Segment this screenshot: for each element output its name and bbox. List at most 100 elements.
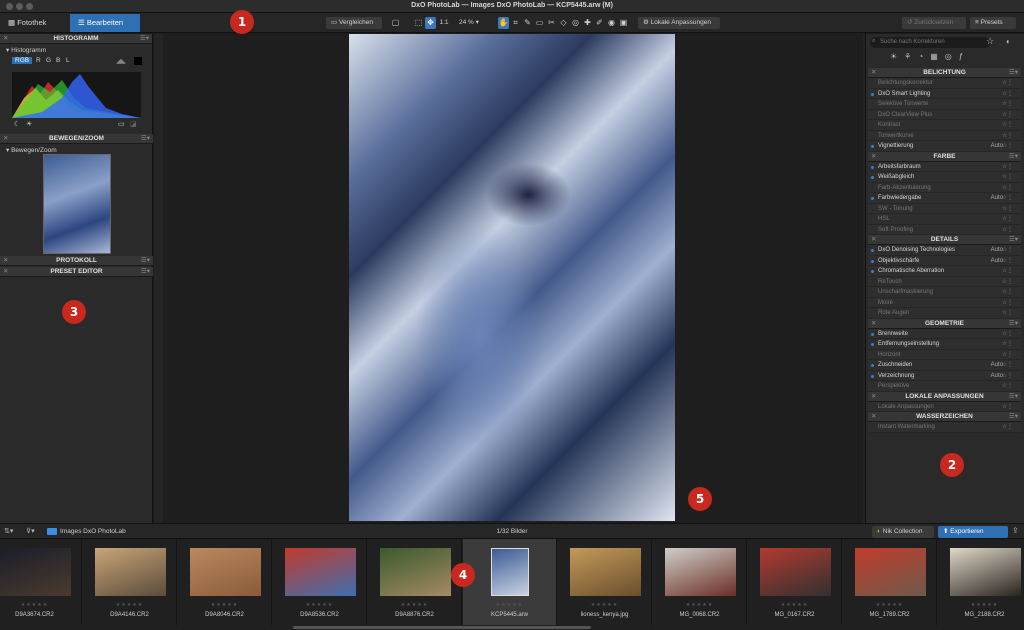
filmstrip-scrollbar[interactable] — [293, 626, 591, 629]
correction-row[interactable]: ReTouch ☆⋮ — [868, 276, 1021, 288]
rating-stars[interactable]: ★★★★★ — [843, 602, 936, 608]
history-header[interactable]: ✕ PROTOKOLL ☰▾ — [0, 256, 153, 266]
presets-button[interactable]: ≡ Presets — [970, 17, 1016, 29]
filmstrip-item[interactable]: ★★★★★ MG_0167.CR2 — [748, 539, 842, 625]
star-icon[interactable]: ☆⋮ — [1002, 131, 1013, 142]
histogram-header[interactable]: ✕ HISTOGRAMM ☰▾ — [0, 34, 152, 44]
filmstrip-item[interactable]: ★★★★★ D9A8876.CR2 — [368, 539, 462, 625]
correction-row[interactable]: Entfernungseinstellung ☆⋮ — [868, 339, 1021, 350]
rating-stars[interactable]: ★★★★★ — [178, 602, 271, 608]
repair-icon[interactable]: ✚ — [582, 17, 593, 29]
shadow-clip-icon[interactable]: ☾ — [14, 120, 20, 128]
filmstrip-item[interactable]: ★★★★★ D9A8046.CR2 — [178, 539, 272, 625]
close-icon[interactable]: ✕ — [871, 152, 876, 162]
correction-row[interactable]: Zuschneiden Auto ☆⋮ — [868, 360, 1021, 371]
correction-row[interactable]: Horizont ☆⋮ — [868, 349, 1021, 360]
star-icon[interactable]: ☆⋮ — [1002, 183, 1013, 194]
correction-row[interactable]: Weißabgleich ☆⋮ — [868, 172, 1021, 183]
detail-palette-icon[interactable]: ◔ — [918, 52, 930, 61]
channel-l[interactable]: L — [66, 57, 70, 64]
section-header-5[interactable]: ✕ WASSERZEICHEN ☰▾ — [868, 412, 1021, 422]
local-adjustments-button[interactable]: ⚙ Lokale Anpassungen — [638, 17, 720, 29]
star-icon[interactable]: ☆⋮ — [1002, 204, 1013, 215]
star-icon[interactable]: ☆⋮ — [1002, 298, 1013, 309]
star-icon[interactable]: ☆⋮ — [1002, 141, 1013, 152]
star-icon[interactable]: ☆⋮ — [1002, 89, 1013, 100]
monitor-icon[interactable]: ▭ — [118, 120, 125, 128]
star-icon[interactable]: ☆⋮ — [1002, 381, 1013, 392]
correction-row[interactable]: Brennweite ☆⋮ — [868, 328, 1021, 339]
close-icon[interactable]: ✕ — [3, 134, 8, 144]
compare-button[interactable]: ▭ Vergleichen — [326, 17, 382, 29]
star-icon[interactable]: ☆⋮ — [1002, 193, 1013, 204]
thumbnail-image[interactable] — [570, 548, 641, 596]
panel-menu-icon[interactable]: ☰▾ — [1009, 412, 1018, 422]
section-header-3[interactable]: ✕ GEOMETRIE ☰▾ — [868, 318, 1021, 329]
star-icon[interactable]: ☆⋮ — [1002, 162, 1013, 173]
star-icon[interactable]: ☆⋮ — [1002, 245, 1013, 256]
thumbnail-image[interactable] — [855, 548, 926, 596]
rating-stars[interactable]: ★★★★★ — [748, 602, 841, 608]
move-tool-icon[interactable]: ✥ — [425, 17, 436, 29]
thumbnail-image[interactable] — [285, 548, 356, 596]
star-icon[interactable]: ☆⋮ — [1002, 277, 1013, 288]
correction-row[interactable]: Rote Augen ☆⋮ — [868, 308, 1021, 319]
close-icon[interactable]: ✕ — [871, 319, 876, 329]
panel-menu-icon[interactable]: ☰▾ — [1009, 235, 1018, 245]
star-icon[interactable]: ☆⋮ — [1002, 99, 1013, 110]
filmstrip-item[interactable]: ★★★★★ D9A8536.CR2 — [273, 539, 367, 625]
star-icon[interactable]: ☆⋮ — [1002, 214, 1013, 225]
star-icon[interactable]: ☆⋮ — [1002, 371, 1013, 382]
one-to-one-button[interactable]: 1:1 — [437, 17, 451, 29]
rating-stars[interactable]: ★★★★★ — [558, 602, 651, 608]
filmstrip-item[interactable]: ★★★★★ D9A4146.CR2 — [83, 539, 177, 625]
left-panel-splitter[interactable] — [154, 34, 163, 523]
display-mode-icon[interactable]: ▢ — [390, 17, 401, 29]
histogram-subheader[interactable]: ▾ Histogramm — [0, 44, 152, 56]
correction-row[interactable]: Tonwertkurve ☆⋮ — [868, 130, 1021, 142]
tab-edit[interactable]: ☰ Bearbeiten — [70, 14, 140, 32]
share-icon[interactable]: ⇪ — [1012, 526, 1019, 535]
correction-row[interactable]: Selektive Tonwerte ☆⋮ — [868, 99, 1021, 110]
close-icon[interactable]: ✕ — [871, 412, 876, 422]
correction-row[interactable]: Lokale Anpassungen ☆⋮ — [868, 401, 1021, 413]
navigator-thumbnail[interactable] — [43, 154, 111, 254]
main-photo[interactable] — [349, 34, 675, 521]
export-button[interactable]: ⬆ Exportieren — [938, 526, 1008, 538]
brush-icon[interactable]: ✐ — [594, 17, 605, 29]
panel-menu-icon[interactable]: ☰▾ — [140, 34, 149, 44]
star-icon[interactable]: ☆⋮ — [1002, 339, 1013, 350]
image-viewer[interactable] — [163, 34, 863, 523]
rating-stars[interactable]: ★★★★★ — [83, 602, 176, 608]
red-eye-icon[interactable]: ◎ — [570, 17, 581, 29]
thumbnail-image[interactable] — [760, 548, 831, 596]
move-zoom-header[interactable]: ✕ BEWEGEN/ZOOM ☰▾ — [0, 134, 153, 144]
panel-menu-icon[interactable]: ☰▾ — [1009, 392, 1018, 402]
channel-rgb[interactable]: RGB — [12, 57, 33, 64]
correction-row[interactable]: Unscharfmaskierung ☆⋮ — [868, 287, 1021, 298]
preview-eye-icon[interactable]: ◉ — [606, 17, 617, 29]
light-palette-icon[interactable]: ☀ — [890, 52, 904, 61]
rating-stars[interactable]: ★★★★★ — [463, 602, 556, 608]
correction-row[interactable]: Farbwiedergabe Auto ☆⋮ — [868, 193, 1021, 204]
correction-row[interactable]: Objektivschärfe Auto ☆⋮ — [868, 255, 1021, 266]
rating-stars[interactable]: ★★★★★ — [368, 602, 461, 608]
star-icon[interactable]: ☆⋮ — [1002, 402, 1013, 413]
star-icon[interactable]: ☆⋮ — [1002, 287, 1013, 298]
horizon-icon[interactable]: ▭ — [534, 17, 545, 29]
correction-row[interactable]: Belichtungskorrektur ☆⋮ — [868, 78, 1021, 89]
panel-menu-icon[interactable]: ☰▾ — [141, 267, 150, 277]
correction-row[interactable]: DxO ClearView Plus ☆⋮ — [868, 109, 1021, 120]
close-icon[interactable]: ✕ — [871, 392, 876, 402]
clipping-icon[interactable]: ◢◣ — [116, 57, 126, 65]
star-icon[interactable]: ☆⋮ — [1002, 172, 1013, 183]
effects-palette-icon[interactable]: ƒ — [959, 52, 970, 61]
star-filter-icon[interactable]: ☆ — [986, 36, 994, 47]
panel-menu-icon[interactable]: ☰▾ — [1009, 319, 1018, 329]
section-header-2[interactable]: ✕ DETAILS ☰▾ — [868, 235, 1021, 245]
right-panel-splitter[interactable] — [863, 34, 865, 523]
hand-tool-icon[interactable]: ✋ — [498, 17, 509, 29]
correction-row[interactable]: SW - Tonung ☆⋮ — [868, 203, 1021, 215]
watermark-palette-icon[interactable]: ◎ — [945, 52, 959, 61]
overlay-icon[interactable]: ▣ — [618, 17, 629, 29]
